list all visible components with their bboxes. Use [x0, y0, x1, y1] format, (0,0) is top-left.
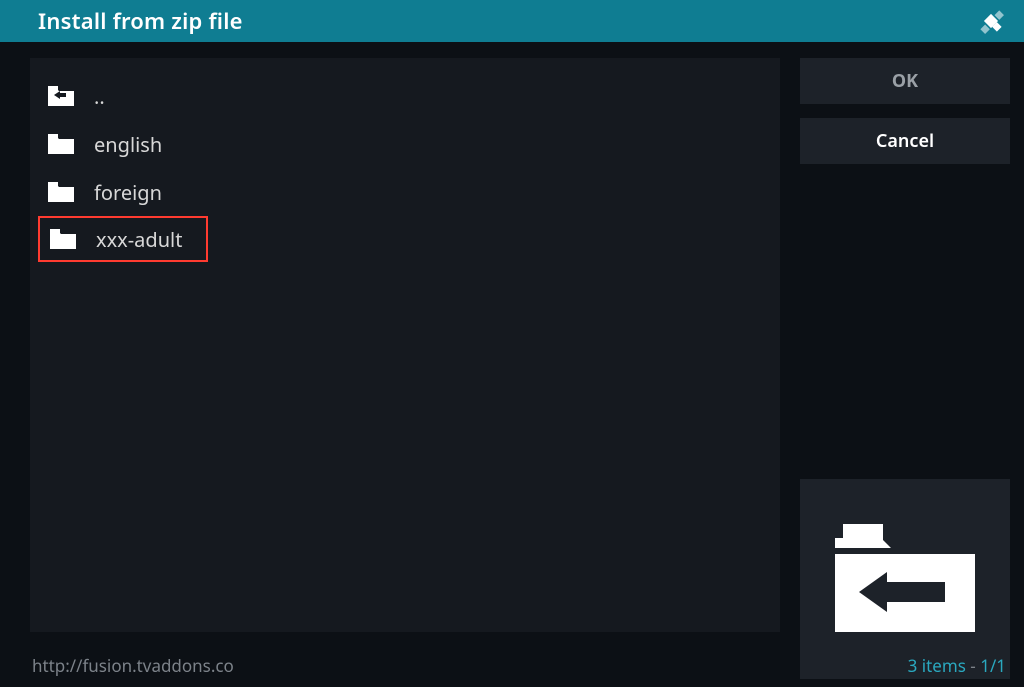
list-item-label: english [94, 131, 162, 158]
kodi-logo-icon [974, 6, 1008, 36]
list-item-xxx-adult[interactable]: xxx-adult [38, 216, 208, 262]
ok-button[interactable]: OK [800, 58, 1010, 104]
folder-icon [48, 227, 78, 251]
status-page-label: 1/1 [980, 654, 1006, 677]
list-item-parent[interactable]: .. [38, 72, 772, 120]
install-from-zip-window: Install from zip file .. [0, 0, 1024, 687]
status-path: http://fusion.tvaddons.co [32, 654, 234, 677]
status-count: 3 items - 1/1 [908, 654, 1006, 677]
folder-icon [46, 132, 76, 156]
preview-thumbnail [800, 479, 1010, 679]
list-item-label: foreign [94, 179, 162, 206]
window-title: Install from zip file [38, 6, 243, 36]
folder-back-large-icon [815, 504, 995, 654]
left-rail [14, 58, 24, 679]
folder-icon [46, 180, 76, 204]
list-item-english[interactable]: english [38, 120, 772, 168]
cancel-button[interactable]: Cancel [800, 118, 1010, 164]
title-bar: Install from zip file [0, 0, 1024, 42]
list-item-label: .. [94, 83, 105, 110]
status-count-label: 3 items [908, 654, 966, 677]
list-item-label: xxx-adult [96, 226, 182, 253]
status-bar: http://fusion.tvaddons.co 3 items - 1/1 [32, 654, 1006, 677]
right-panel: OK Cancel [800, 58, 1010, 679]
file-list-panel: .. english foreign [30, 58, 780, 632]
list-item-foreign[interactable]: foreign [38, 168, 772, 216]
folder-back-icon [46, 84, 76, 108]
dialog-body: .. english foreign [0, 42, 1024, 687]
